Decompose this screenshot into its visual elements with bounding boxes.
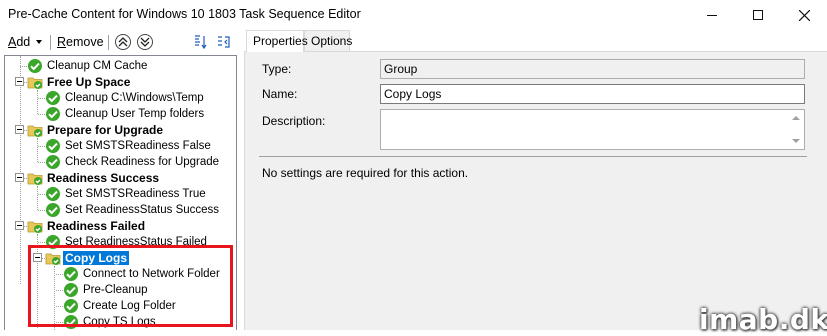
collapse-toggle-icon[interactable]: [15, 221, 24, 230]
description-field[interactable]: [380, 109, 805, 150]
type-field: Group: [380, 59, 805, 79]
check-icon: [45, 154, 61, 170]
add-menu-button[interactable]: Add: [8, 35, 30, 49]
tree-item-label: Set SMSTSReadiness False: [65, 140, 211, 152]
remove-button[interactable]: Remove: [57, 35, 104, 49]
tree-group-item[interactable]: Prepare for Upgrade: [27, 122, 165, 138]
group-folder-icon: [27, 170, 43, 186]
tree-connector: [37, 138, 38, 162]
check-icon: [45, 186, 61, 202]
tree-step-item[interactable]: Set SMSTSReadiness True: [45, 186, 208, 202]
tree-group-item[interactable]: Free Up Space: [27, 74, 132, 90]
move-down-icon: [140, 37, 150, 47]
tree-step-item[interactable]: Set ReadinessStatus Success: [45, 202, 221, 218]
minimize-icon: [707, 14, 717, 16]
close-icon: [798, 9, 810, 21]
tree-connector: [38, 194, 45, 195]
scroll-down-icon[interactable]: [792, 139, 800, 143]
toolbar-divider: [50, 35, 51, 50]
group-folder-icon: [27, 218, 43, 234]
window-title: Pre-Cache Content for Windows 10 1803 Ta…: [8, 7, 361, 21]
minimize-button[interactable]: [689, 0, 735, 30]
collapse-toggle-icon[interactable]: [15, 173, 24, 182]
description-scrollbar[interactable]: [788, 110, 804, 149]
scroll-up-icon[interactable]: [792, 116, 800, 120]
check-icon: [45, 90, 61, 106]
name-field[interactable]: Copy Logs: [380, 84, 805, 104]
toolbar-divider: [108, 35, 109, 50]
tab-options[interactable]: Options: [304, 30, 352, 51]
tree-connector: [38, 146, 45, 147]
tree-step-item[interactable]: Cleanup User Temp folders: [45, 106, 206, 122]
maximize-icon: [753, 10, 763, 20]
chevron-down-icon: [36, 40, 42, 44]
tree-item-label: Cleanup CM Cache: [47, 60, 148, 72]
type-label: Type:: [262, 62, 292, 76]
tree-item-label: Set ReadinessStatus Success: [65, 204, 220, 216]
group-folder-icon: [27, 74, 43, 90]
title-bar: Pre-Cache Content for Windows 10 1803 Ta…: [0, 0, 827, 30]
move-up-icon: [118, 37, 128, 47]
check-icon: [45, 106, 61, 122]
properties-panel: Type: Group Name: Copy Logs Description:…: [244, 51, 827, 330]
properties-pane: Properties Options Type: Group Name: Cop…: [244, 30, 827, 330]
group-folder-icon: [27, 122, 43, 138]
tree-connector: [37, 186, 38, 210]
section-divider: [259, 156, 807, 157]
tree-item-label: Readiness Success: [47, 171, 160, 185]
tree-group-item[interactable]: Readiness Failed: [27, 218, 147, 234]
sort-icon[interactable]: [192, 34, 208, 50]
collapse-toggle-icon[interactable]: [15, 125, 24, 134]
tree-item-label: Free Up Space: [47, 75, 131, 89]
watermark: imab.dk: [699, 303, 827, 336]
toolbar: Add Remove: [0, 30, 240, 54]
description-label: Description:: [262, 114, 326, 128]
tree-step-item[interactable]: Check Readiness for Upgrade: [45, 154, 221, 170]
check-icon: [45, 202, 61, 218]
tree-connector: [38, 162, 45, 163]
tree-connector: [38, 114, 45, 115]
maximize-button[interactable]: [735, 0, 781, 30]
tree-connector: [38, 242, 45, 243]
tree-item-label: Check Readiness for Upgrade: [65, 156, 220, 168]
tree-group-item[interactable]: Readiness Success: [27, 170, 161, 186]
highlight-annotation: [28, 245, 233, 327]
collapse-icon[interactable]: [216, 34, 232, 50]
tree-connector: [37, 90, 38, 114]
close-button[interactable]: [781, 0, 827, 30]
tree-connector: [38, 98, 45, 99]
check-icon: [27, 58, 43, 74]
tree-item-label: Set SMSTSReadiness True: [65, 188, 206, 200]
tree-step-item[interactable]: Cleanup CM Cache: [27, 58, 149, 74]
tree-item-label: Cleanup User Temp folders: [65, 108, 205, 120]
tree-item-label: Cleanup C:\Windows\Temp: [65, 92, 204, 104]
tab-properties[interactable]: Properties: [246, 30, 308, 52]
tree-item-label: Prepare for Upgrade: [47, 123, 164, 137]
tree-step-item[interactable]: Set SMSTSReadiness False: [45, 138, 213, 154]
tree-connector: [20, 56, 21, 284]
move-up-button[interactable]: [115, 34, 131, 50]
move-down-button[interactable]: [137, 34, 153, 50]
no-settings-text: No settings are required for this action…: [262, 166, 469, 180]
name-label: Name:: [262, 87, 298, 101]
tree-connector: [20, 66, 27, 67]
tree-step-item[interactable]: Cleanup C:\Windows\Temp: [45, 90, 206, 106]
tree-item-label: Readiness Failed: [47, 219, 146, 233]
tree-connector: [38, 210, 45, 211]
collapse-toggle-icon[interactable]: [15, 77, 24, 86]
tab-strip: Properties Options: [244, 30, 827, 52]
check-icon: [45, 138, 61, 154]
